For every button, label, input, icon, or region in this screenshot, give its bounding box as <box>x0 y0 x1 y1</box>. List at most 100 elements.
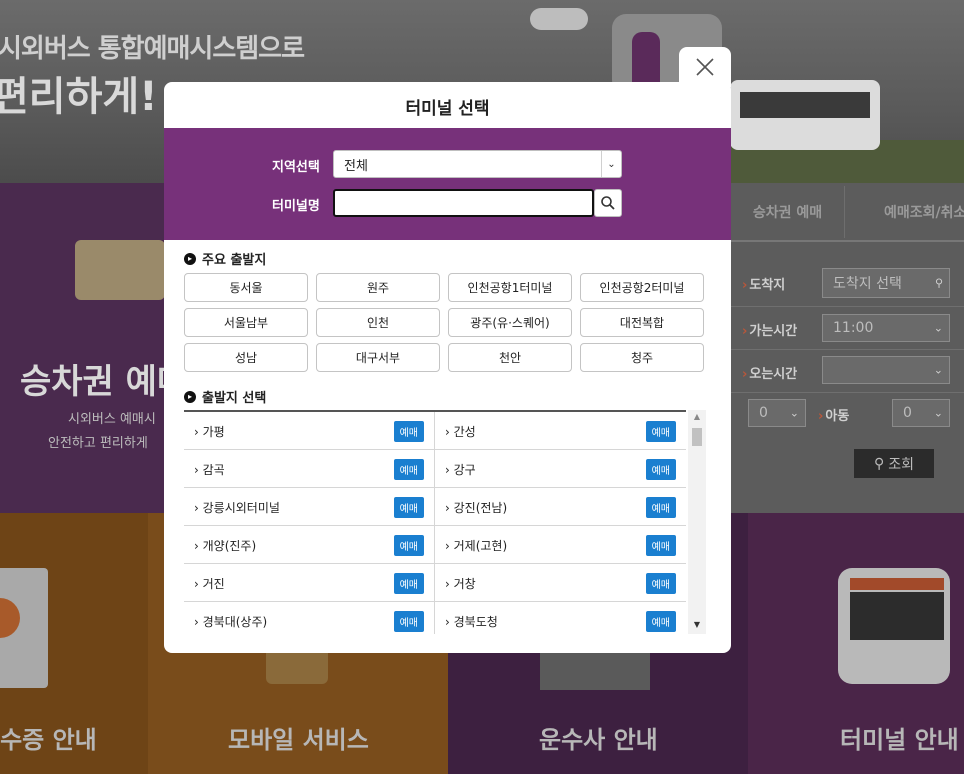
search-icon: ⚲ <box>873 455 885 472</box>
close-icon <box>696 58 714 76</box>
book-button[interactable]: 예매 <box>645 572 676 594</box>
major-terminal-button[interactable]: 인천공항2터미널 <box>580 273 704 302</box>
major-terminal-button[interactable]: 청주 <box>580 343 704 372</box>
adult-count-select[interactable]: 0 ⌄ <box>748 399 806 427</box>
terminal-select-modal: 터미널 선택 지역선택 전체 ⌄ 터미널명 ▸ 주요 출발지 동서울 원주 인천… <box>164 82 731 653</box>
tab-divider <box>731 240 964 242</box>
table-row: › 가평 예매 › 간성 예매 <box>184 412 686 450</box>
chevron-down-icon: ⌄ <box>601 151 621 177</box>
scroll-up-arrow-icon[interactable]: ▲ <box>688 412 706 424</box>
book-button[interactable]: 예매 <box>393 458 424 480</box>
departure-item[interactable]: › 경북도청 예매 <box>435 602 686 634</box>
table-row: › 거진 예매 › 거창 예매 <box>184 564 686 602</box>
chevron-down-icon: ⌄ <box>933 321 943 335</box>
departure-item[interactable]: › 강구 예매 <box>435 450 686 488</box>
tile-mobile-label: 모바일 서비스 <box>228 726 369 754</box>
table-row: › 경북대(상주) 예매 › 경북도청 예매 <box>184 602 686 634</box>
book-button[interactable]: 예매 <box>393 534 424 556</box>
ticket-panel-sub2: 안전하고 편리하게 <box>48 436 148 451</box>
chevron-right-circle-icon: ▸ <box>184 390 196 403</box>
departure-item[interactable]: › 감곡 예매 <box>184 450 435 488</box>
departure-select-heading: ▸ 출발지 선택 <box>184 387 266 406</box>
departure-item[interactable]: › 거진 예매 <box>184 564 435 602</box>
chevron-down-icon: ⌄ <box>933 363 943 377</box>
book-button[interactable]: 예매 <box>393 610 424 632</box>
major-departures-heading: ▸ 주요 출발지 <box>184 249 266 268</box>
book-button[interactable]: 예매 <box>645 610 676 632</box>
table-row: › 개양(진주) 예매 › 거제(고현) 예매 <box>184 526 686 564</box>
form-divider <box>731 306 964 307</box>
departure-item[interactable]: › 간성 예매 <box>435 412 686 450</box>
region-label: 지역선택 <box>272 160 320 175</box>
departure-list: › 가평 예매 › 간성 예매 › 감곡 예매 › 강구 예매 › 강릉시외터미널 예매 … <box>184 410 686 634</box>
major-terminal-button[interactable]: 천안 <box>448 343 572 372</box>
departure-item[interactable]: › 강릉시외터미널 예매 <box>184 488 435 526</box>
search-button[interactable]: ⚲ 조회 <box>854 449 934 478</box>
arrival-select[interactable]: 도착지 선택 ⚲ <box>822 268 950 298</box>
modal-search-band: 지역선택 전체 ⌄ 터미널명 <box>164 128 731 240</box>
form-divider <box>731 349 964 350</box>
departure-item[interactable]: › 강진(전남) 예매 <box>435 488 686 526</box>
banner-subheadline: 편리하게! <box>0 74 158 120</box>
major-terminal-button[interactable]: 서울남부 <box>184 308 308 337</box>
region-select[interactable]: 전체 ⌄ <box>333 150 622 178</box>
search-icon <box>601 196 615 210</box>
major-terminal-button[interactable]: 대전복합 <box>580 308 704 337</box>
terminal-name-label: 터미널명 <box>272 199 320 214</box>
book-button[interactable]: 예매 <box>645 496 676 518</box>
major-terminal-button[interactable]: 동서울 <box>184 273 308 302</box>
terminal-name-input[interactable] <box>333 189 594 217</box>
departure-item[interactable]: › 거제(고현) 예매 <box>435 526 686 564</box>
bus-window-illustration <box>740 92 870 118</box>
depart-time-select[interactable]: 11:00 ⌄ <box>822 314 950 342</box>
form-divider <box>731 392 964 393</box>
ticket-panel-title: 승차권 예매 <box>20 362 189 402</box>
major-terminal-button[interactable]: 광주(유·스퀘어) <box>448 308 572 337</box>
terminal-search-button[interactable] <box>594 189 622 217</box>
return-time-select[interactable]: ⌄ <box>822 356 950 384</box>
arrival-label: › 도착지 <box>742 278 786 293</box>
major-terminal-button[interactable]: 인천 <box>316 308 440 337</box>
scroll-down-arrow-icon[interactable]: ▼ <box>688 620 706 632</box>
tile-terminal-label: 터미널 안내 <box>840 726 959 754</box>
chevron-right-circle-icon: ▸ <box>184 252 196 265</box>
major-terminal-grid: 동서울 원주 인천공항1터미널 인천공항2터미널 서울남부 인천 광주(유·스퀘… <box>184 273 712 372</box>
bus-icon-window <box>850 592 944 640</box>
book-button[interactable]: 예매 <box>393 572 424 594</box>
modal-close-button[interactable] <box>679 47 731 87</box>
tile-receipt-label: 영수증 안내 <box>0 726 97 754</box>
scroll-thumb[interactable] <box>692 428 702 446</box>
major-terminal-button[interactable]: 원주 <box>316 273 440 302</box>
departure-item[interactable]: › 개양(진주) 예매 <box>184 526 435 564</box>
major-terminal-button[interactable]: 성남 <box>184 343 308 372</box>
departure-item[interactable]: › 경북대(상주) 예매 <box>184 602 435 634</box>
book-button[interactable]: 예매 <box>645 534 676 556</box>
departure-item[interactable]: › 가평 예매 <box>184 412 435 450</box>
tile-company-label: 운수사 안내 <box>539 726 658 754</box>
book-button[interactable]: 예매 <box>645 420 676 442</box>
modal-title: 터미널 선택 <box>405 99 490 119</box>
departure-item[interactable]: › 거창 예매 <box>435 564 686 602</box>
cloud-illustration <box>530 8 588 30</box>
chevron-down-icon: ⌄ <box>933 406 943 420</box>
table-row: › 감곡 예매 › 강구 예매 <box>184 450 686 488</box>
hand-ticket-illustration <box>75 240 165 300</box>
child-label: › 아동 <box>818 409 850 424</box>
bus-icon-stripe <box>850 578 944 590</box>
book-button[interactable]: 예매 <box>393 420 424 442</box>
search-icon: ⚲ <box>934 276 943 290</box>
list-scrollbar[interactable]: ▲ ▼ <box>688 410 706 634</box>
ticket-panel-sub1: 시외버스 예매시 <box>68 412 156 427</box>
child-count-select[interactable]: 0 ⌄ <box>892 399 950 427</box>
tab-booking-inquiry[interactable]: 예매조회/취소 <box>846 186 964 238</box>
tab-ticket-booking[interactable]: 승차권 예매 <box>731 186 845 238</box>
book-button[interactable]: 예매 <box>645 458 676 480</box>
major-terminal-button[interactable]: 대구서부 <box>316 343 440 372</box>
table-row: › 강릉시외터미널 예매 › 강진(전남) 예매 <box>184 488 686 526</box>
ticket-panel <box>0 183 170 513</box>
book-button[interactable]: 예매 <box>393 496 424 518</box>
banner-headline: 시외버스 통합예매시스템으로 <box>0 34 305 64</box>
depart-time-label: › 가는시간 <box>742 324 798 339</box>
return-time-label: › 오는시간 <box>742 367 798 382</box>
major-terminal-button[interactable]: 인천공항1터미널 <box>448 273 572 302</box>
